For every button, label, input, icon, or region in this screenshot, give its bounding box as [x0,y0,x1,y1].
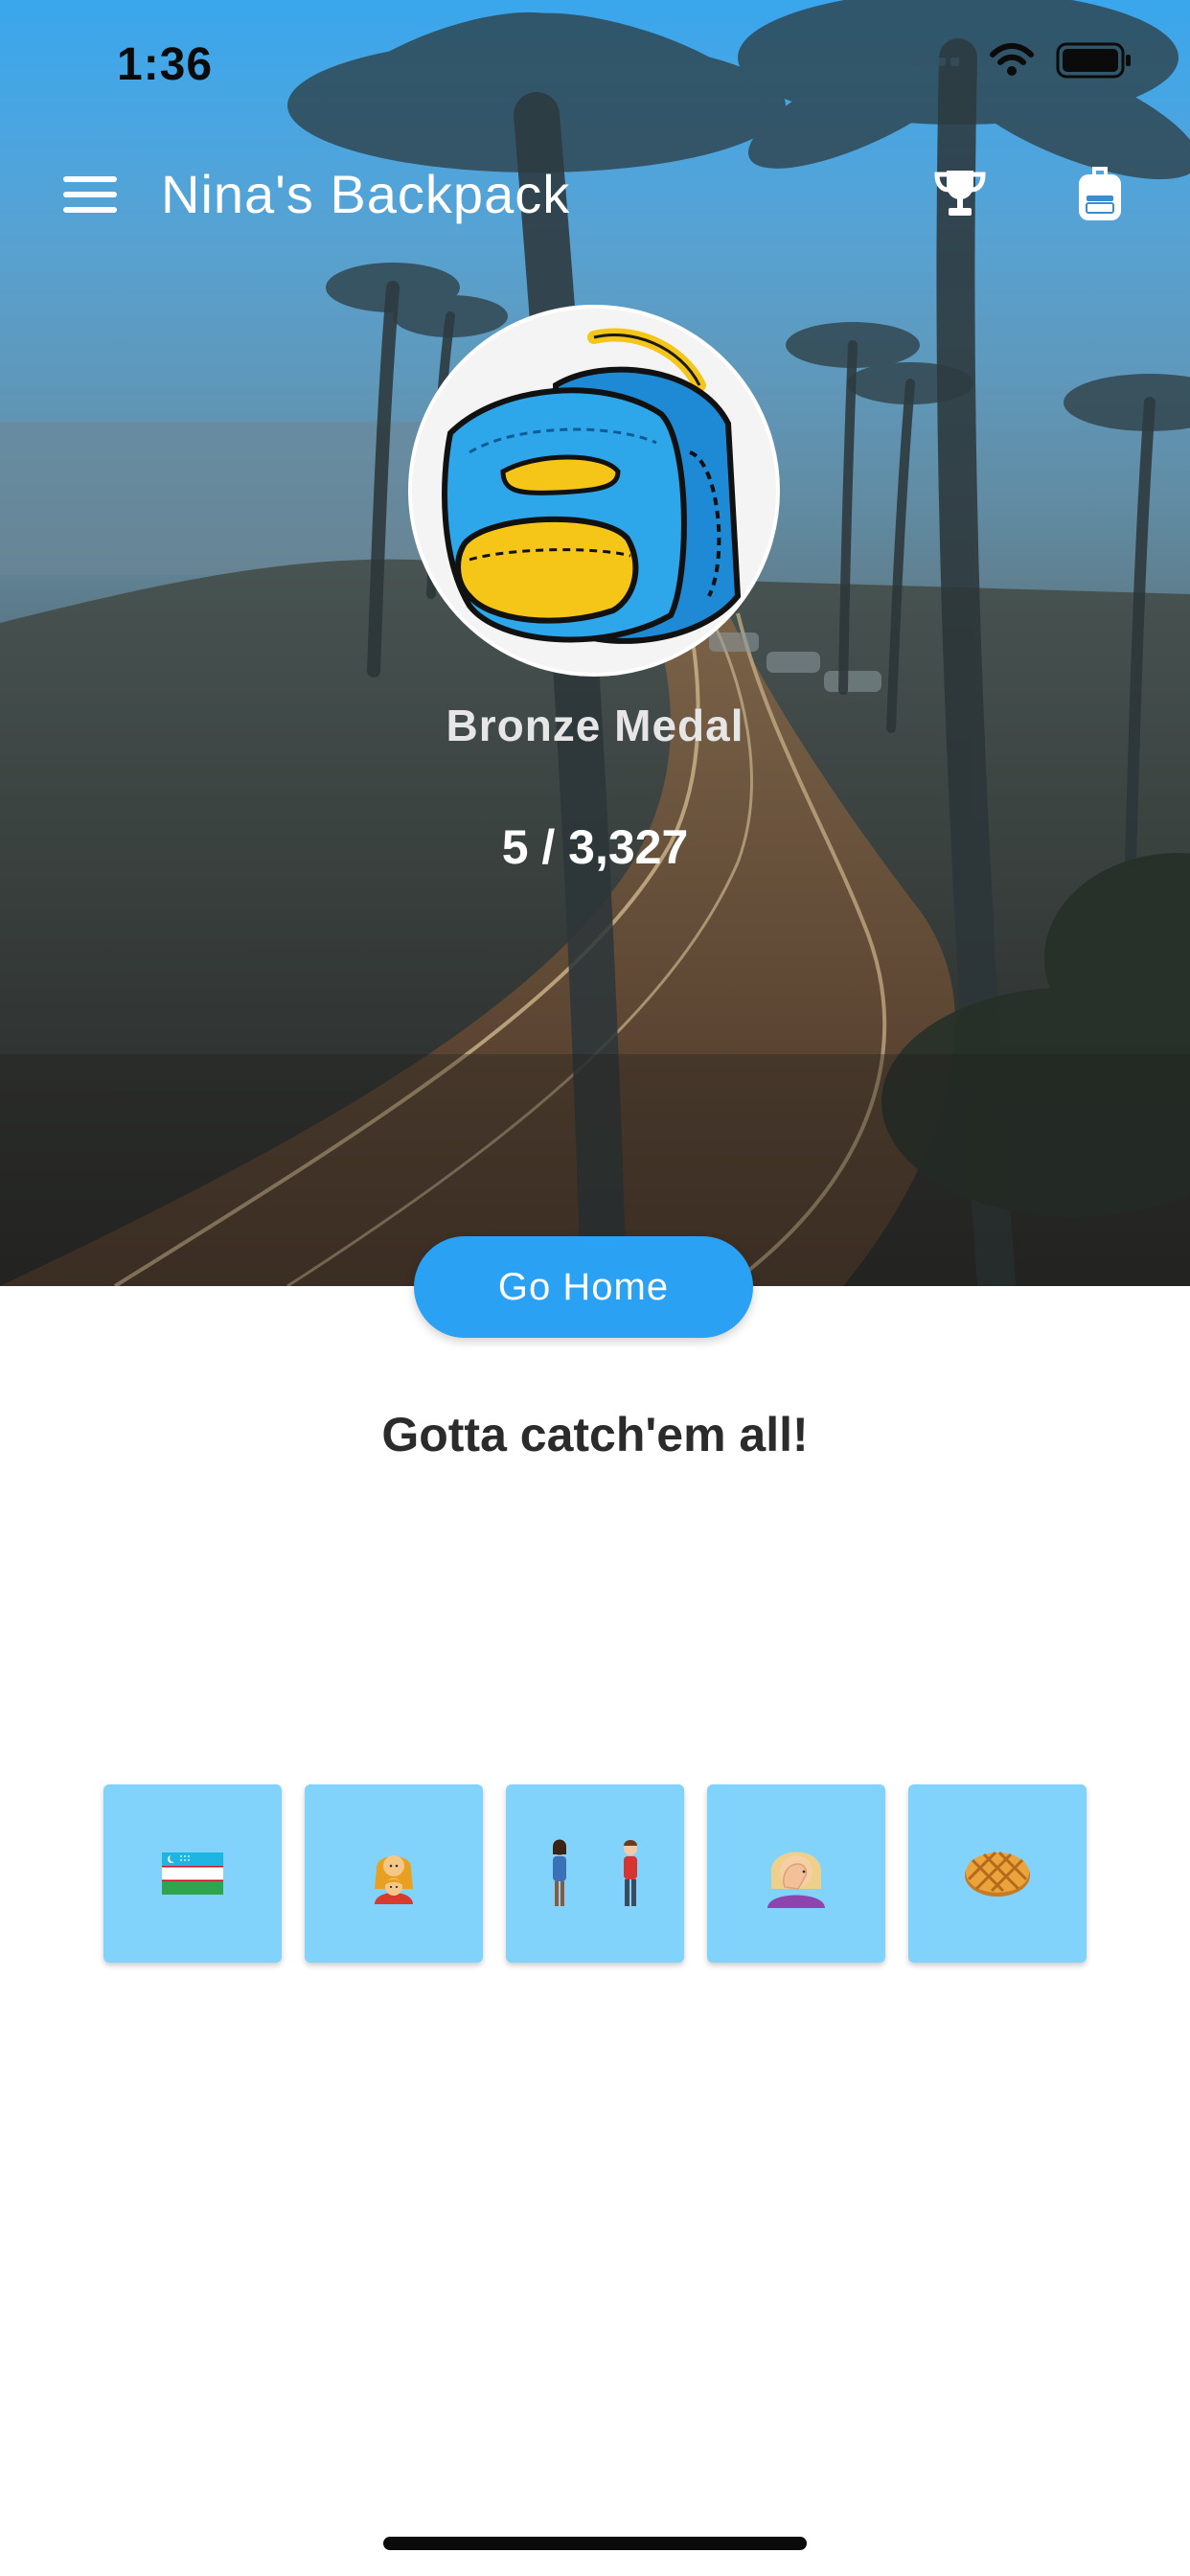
go-home-button[interactable]: Go Home [414,1236,753,1338]
avatar [408,305,780,677]
status-time: 1:36 [117,39,214,90]
wifi-icon [990,43,1034,76]
trophy-icon[interactable] [929,163,991,224]
signal-icon [910,58,959,66]
battery-icon [1056,42,1131,79]
collection-headline: Gotta catch'em all! [381,1408,809,1461]
medal-label: Bronze Medal [446,701,744,750]
backpack-icon[interactable] [1069,163,1131,224]
status-icons [910,42,1133,79]
couple-emoji [553,1839,637,1906]
waffle-emoji [965,1851,1030,1897]
collection-tile[interactable] [908,1784,1087,1963]
mother-and-child-emoji [375,1855,413,1904]
collection-tile[interactable] [707,1784,885,1963]
collection-tile[interactable] [305,1784,483,1963]
uzbekistan-flag-emoji [162,1852,223,1895]
collection-grid [103,1784,1087,1963]
backpack-avatar [442,328,742,644]
collection-tile[interactable] [103,1784,282,1963]
app-title: Nina's Backpack [161,164,571,224]
home-indicator [383,2537,807,2550]
score-counter: 5 / 3,327 [501,820,689,874]
woman-facepalming-emoji [767,1852,825,1908]
menu-icon[interactable] [63,172,121,217]
collection-tile[interactable] [506,1784,684,1963]
